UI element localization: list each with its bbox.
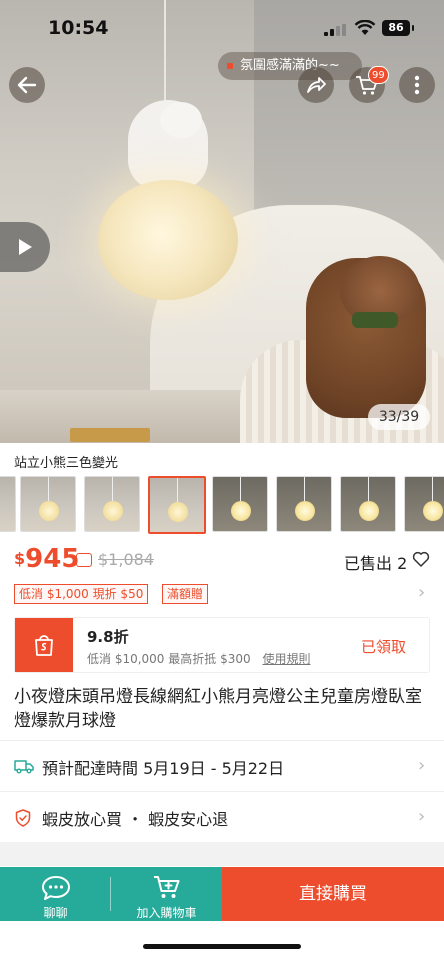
add-to-cart-button[interactable]: 加入購物車: [111, 867, 222, 921]
original-price: $1,084: [98, 550, 154, 569]
add-to-cart-label: 加入購物車: [136, 906, 197, 920]
chat-icon: [42, 876, 70, 900]
shipping-label: 預計配達時間 5月19日 - 5月22日: [42, 759, 285, 778]
vibe-tag: 氛圍感滿滿的~~: [218, 52, 362, 80]
wifi-icon: [354, 20, 376, 35]
voucher-description: 低消 $10,000 最高折抵 $300 使用規則: [87, 652, 311, 666]
book: [70, 428, 150, 442]
buy-now-button[interactable]: 直接購買: [222, 867, 444, 921]
share-icon: [307, 77, 326, 93]
shipping-row[interactable]: 預計配達時間 5月19日 - 5月22日 ›: [0, 741, 444, 791]
status-bar: 10:54 86: [0, 0, 444, 52]
chevron-right-icon: ›: [418, 755, 426, 776]
variant-thumbnails: [0, 476, 444, 534]
variant-thumb[interactable]: [84, 476, 140, 532]
voucher-card[interactable]: 9.8折 低消 $10,000 最高折抵 $300 使用規則 已領取: [10, 617, 430, 673]
play-icon: [19, 239, 32, 255]
home-indicator[interactable]: [143, 944, 301, 949]
voucher-claimed-button[interactable]: 已領取: [361, 636, 406, 657]
variant-thumb[interactable]: [404, 476, 444, 532]
guarantee-row[interactable]: 蝦皮放心買 ・ 蝦皮安心退 ›: [0, 792, 444, 842]
bottom-action-bar: 聊聊 加入購物車 直接購買: [0, 867, 444, 921]
promo-tag: 滿額贈: [162, 584, 209, 604]
status-time: 10:54: [48, 17, 109, 39]
arrow-left-icon: [17, 76, 37, 94]
voucher-discount: 9.8折: [87, 628, 129, 646]
section-gap: [0, 842, 444, 866]
variant-thumb[interactable]: [276, 476, 332, 532]
cart-plus-icon: [154, 876, 180, 898]
variant-title: 站立小熊三色變光: [14, 456, 119, 471]
back-button[interactable]: [9, 67, 45, 103]
variant-thumb-selected[interactable]: [148, 476, 206, 534]
moon-lamp: [98, 180, 238, 300]
variant-thumb[interactable]: [0, 476, 16, 532]
chevron-right-icon[interactable]: ›: [418, 582, 425, 603]
voucher-left: [10, 618, 73, 672]
truck-icon: [14, 760, 34, 774]
guarantee-label: 蝦皮放心買 ・ 蝦皮安心退: [42, 810, 229, 829]
share-button[interactable]: [298, 67, 334, 103]
white-bear-head: [160, 102, 202, 138]
variant-thumb[interactable]: [340, 476, 396, 532]
shield-icon: [15, 809, 31, 827]
play-video-button[interactable]: [0, 222, 50, 272]
variant-thumb[interactable]: [212, 476, 268, 532]
image-counter: 33/39: [368, 404, 430, 430]
battery-indicator: 86: [382, 20, 414, 36]
chat-label: 聊聊: [43, 906, 68, 920]
current-price: $945: [14, 544, 80, 574]
voucher-rule-link[interactable]: 使用規則: [262, 652, 310, 666]
chat-button[interactable]: 聊聊: [0, 867, 111, 921]
heart-icon[interactable]: [412, 550, 430, 568]
sold-count: 已售出 2: [344, 554, 408, 573]
more-button[interactable]: [399, 67, 435, 103]
cart-badge: 99: [368, 66, 389, 84]
promo-tag: 低消 $1,000 現折 $50: [14, 584, 149, 604]
teddy-bow: [352, 312, 398, 328]
shopping-bag-icon: [35, 635, 53, 656]
more-vertical-icon: [414, 75, 420, 95]
coin-icon: [76, 553, 92, 567]
product-title: 小夜燈床頭吊燈長線網紅小熊月亮燈公主兒童房燈臥室燈爆款月球燈: [14, 687, 422, 731]
chevron-right-icon: ›: [418, 806, 426, 827]
dot-icon: [227, 63, 233, 69]
signal-icon: [324, 24, 346, 36]
variant-thumb[interactable]: [20, 476, 76, 532]
